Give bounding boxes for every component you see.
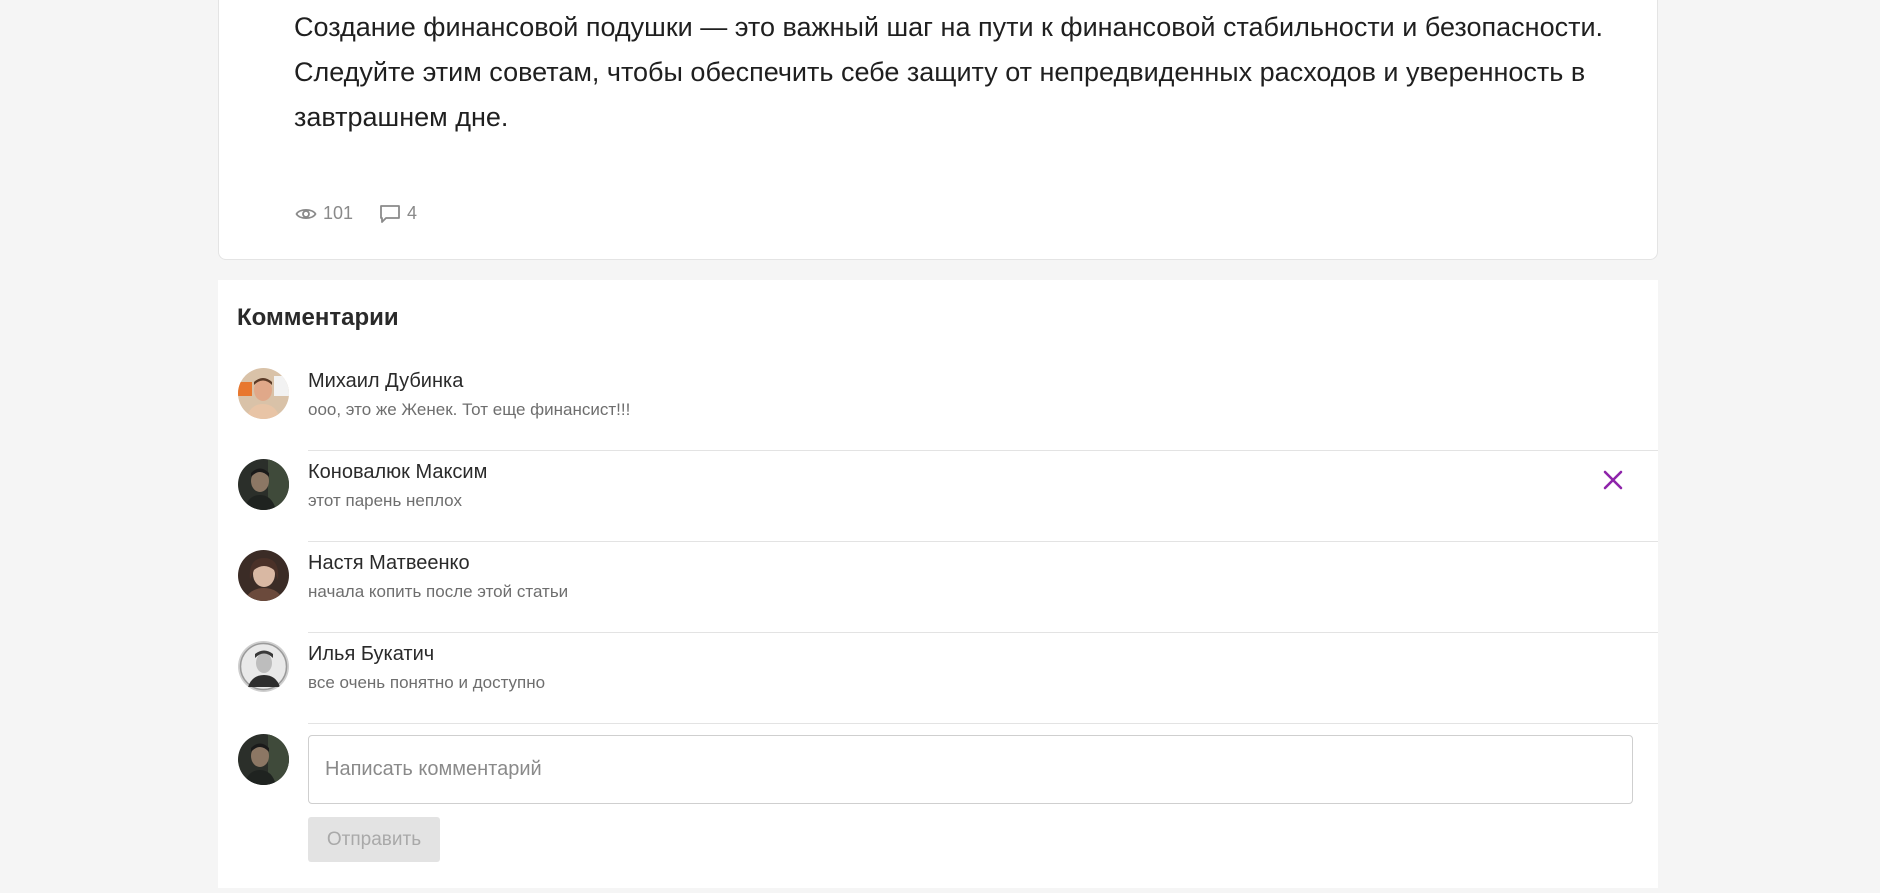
- avatar[interactable]: [238, 550, 289, 601]
- comments-section: Комментарии Михаил Дубинка ооо, это же Ж…: [218, 280, 1658, 888]
- comments-count: 4: [407, 203, 418, 223]
- submit-comment-button[interactable]: Отправить: [308, 817, 440, 862]
- comment-author[interactable]: Михаил Дубинка: [308, 370, 463, 393]
- divider: [308, 723, 1658, 724]
- comments-counter[interactable]: 4: [379, 203, 417, 224]
- views-count: 101: [323, 203, 354, 223]
- comment-input[interactable]: [308, 735, 1633, 804]
- comment-item: Михаил Дубинка ооо, это же Женек. Тот ещ…: [218, 360, 1658, 451]
- eye-icon: [295, 206, 323, 222]
- comment-text: этот парень неплох: [308, 491, 462, 510]
- comment-author[interactable]: Илья Бука­тич: [308, 643, 434, 666]
- comment-author[interactable]: Настя Матвеенко: [308, 552, 470, 575]
- comment-text: начала копить после этой статьи: [308, 582, 569, 601]
- comments-title: Комментарии: [237, 304, 399, 331]
- comment-text: ооо, это же Женек. Тот еще финансист!!!: [308, 400, 631, 419]
- comment-item: Илья Бука­тич все очень понятно и доступ…: [218, 633, 1658, 724]
- views-counter: 101: [295, 203, 353, 224]
- avatar[interactable]: [238, 459, 289, 510]
- article-stats: 101 4: [295, 203, 443, 224]
- comment-item: Коновалюк Максим этот парень неплох: [218, 451, 1658, 542]
- delete-comment-button[interactable]: [1600, 467, 1626, 493]
- comment-text: все очень понятно и доступно: [308, 673, 546, 692]
- article-body: Создание финансовой подушки — это важный…: [294, 12, 1604, 132]
- article-card: Создание финансовой подушки — это важный…: [218, 0, 1658, 260]
- comment-bubble-icon: [379, 204, 407, 224]
- comment-author[interactable]: Коновалюк Максим: [308, 461, 487, 484]
- current-user-avatar: [238, 734, 289, 785]
- avatar[interactable]: [238, 368, 289, 419]
- avatar[interactable]: [238, 641, 289, 692]
- comment-item: Настя Матвеенко начала копить после этой…: [218, 542, 1658, 633]
- close-icon: [1600, 470, 1626, 497]
